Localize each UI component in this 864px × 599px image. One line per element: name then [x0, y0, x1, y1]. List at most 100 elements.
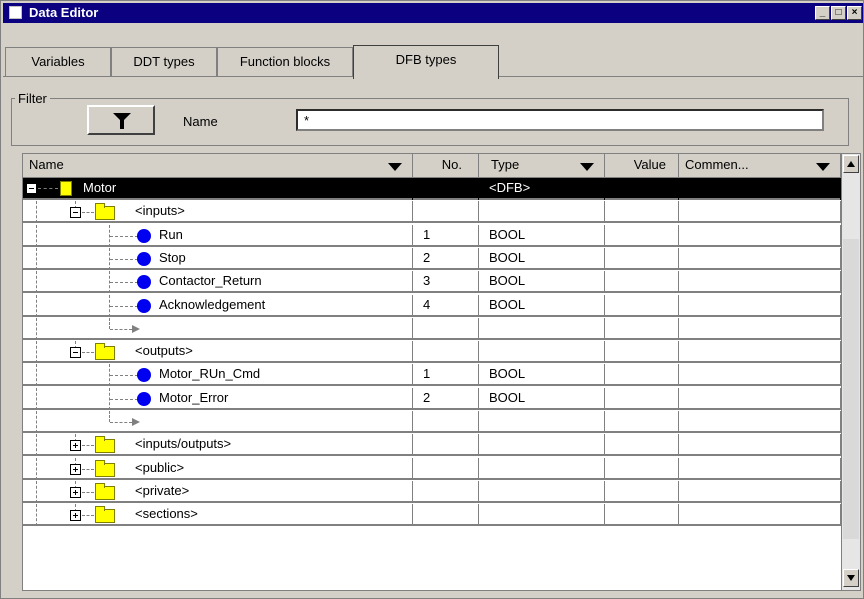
variable-row[interactable]: Motor_Error 2 BOOL: [23, 387, 841, 410]
cell-comment[interactable]: [679, 480, 841, 503]
maximize-button[interactable]: □: [831, 6, 846, 20]
column-header-type[interactable]: Type: [479, 154, 605, 178]
cell-value[interactable]: [605, 201, 679, 224]
cell-no[interactable]: [413, 411, 479, 433]
tab-function-blocks[interactable]: Function blocks: [217, 47, 353, 77]
cell-comment[interactable]: [679, 457, 841, 480]
folder-row[interactable]: <private>: [23, 480, 841, 503]
cell-value[interactable]: [605, 317, 679, 340]
cell-type[interactable]: [479, 317, 605, 340]
chevron-down-icon[interactable]: [388, 163, 402, 171]
cell-value[interactable]: [605, 364, 679, 387]
cell-no[interactable]: [413, 480, 479, 503]
vertical-scrollbar[interactable]: [841, 154, 860, 590]
cell-no[interactable]: [413, 504, 479, 527]
chevron-down-icon[interactable]: [580, 163, 594, 171]
minimize-button[interactable]: _: [815, 6, 830, 20]
cell-no[interactable]: 3: [413, 271, 479, 294]
cell-comment[interactable]: [679, 178, 841, 200]
cell-value[interactable]: [605, 341, 679, 364]
variable-row[interactable]: Stop 2 BOOL: [23, 247, 841, 270]
tab-ddt-types[interactable]: DDT types: [111, 47, 217, 77]
cell-type[interactable]: BOOL: [479, 247, 605, 270]
cell-no[interactable]: 4: [413, 294, 479, 317]
cell-value[interactable]: [605, 457, 679, 480]
column-header-value[interactable]: Value: [605, 154, 679, 178]
cell-no[interactable]: [413, 341, 479, 364]
cell-type[interactable]: BOOL: [479, 224, 605, 247]
cell-comment[interactable]: [679, 317, 841, 340]
new-entry-row[interactable]: [23, 411, 841, 433]
cell-no[interactable]: 1: [413, 364, 479, 387]
variable-row[interactable]: Motor_RUn_Cmd 1 BOOL: [23, 364, 841, 387]
column-header-no[interactable]: No.: [413, 154, 479, 178]
cell-comment[interactable]: [679, 411, 841, 433]
cell-value[interactable]: [605, 178, 679, 200]
cell-no[interactable]: [413, 178, 479, 200]
scroll-down-button[interactable]: [843, 569, 859, 587]
expand-icon[interactable]: [70, 486, 81, 498]
variable-row[interactable]: Run 1 BOOL: [23, 224, 841, 247]
cell-no[interactable]: 2: [413, 247, 479, 270]
folder-row[interactable]: <sections>: [23, 504, 841, 527]
cell-value[interactable]: [605, 480, 679, 503]
cell-no[interactable]: [413, 434, 479, 457]
cell-comment[interactable]: [679, 224, 841, 247]
new-entry-arrow-icon[interactable]: [132, 324, 140, 333]
cell-comment[interactable]: [679, 364, 841, 387]
cell-comment[interactable]: [679, 247, 841, 270]
expand-icon[interactable]: [70, 510, 81, 522]
cell-no[interactable]: [413, 317, 479, 340]
cell-comment[interactable]: [679, 294, 841, 317]
cell-comment[interactable]: [679, 504, 841, 527]
folder-row[interactable]: <inputs/outputs>: [23, 434, 841, 457]
cell-no[interactable]: [413, 201, 479, 224]
column-header-comment[interactable]: Commen...: [679, 154, 841, 178]
cell-type[interactable]: [479, 480, 605, 503]
name-filter-input[interactable]: [296, 109, 824, 131]
chevron-down-icon[interactable]: [816, 163, 830, 171]
close-button[interactable]: ×: [847, 6, 862, 20]
cell-type[interactable]: BOOL: [479, 387, 605, 410]
dfb-row[interactable]: Motor <DFB>: [23, 178, 841, 200]
expand-icon[interactable]: [70, 463, 81, 475]
cell-type[interactable]: BOOL: [479, 271, 605, 294]
cell-type[interactable]: BOOL: [479, 364, 605, 387]
new-entry-arrow-icon[interactable]: [132, 418, 140, 426]
title-bar[interactable]: Data Editor _ □ ×: [3, 3, 863, 23]
cell-type[interactable]: [479, 341, 605, 364]
cell-type[interactable]: [479, 434, 605, 457]
collapse-icon[interactable]: [26, 183, 37, 194]
variable-row[interactable]: Contactor_Return 3 BOOL: [23, 271, 841, 294]
cell-type[interactable]: [479, 504, 605, 527]
column-header-name[interactable]: Name: [23, 154, 413, 178]
scroll-thumb[interactable]: [843, 239, 859, 539]
cell-value[interactable]: [605, 224, 679, 247]
collapse-icon[interactable]: [70, 207, 81, 219]
cell-type[interactable]: BOOL: [479, 294, 605, 317]
cell-comment[interactable]: [679, 201, 841, 224]
scroll-up-button[interactable]: [843, 155, 859, 173]
folder-row[interactable]: <public>: [23, 457, 841, 480]
cell-type[interactable]: [479, 457, 605, 480]
collapse-icon[interactable]: [70, 347, 81, 359]
cell-comment[interactable]: [679, 387, 841, 410]
cell-type[interactable]: [479, 411, 605, 433]
cell-value[interactable]: [605, 271, 679, 294]
cell-value[interactable]: [605, 504, 679, 527]
folder-row[interactable]: <inputs>: [23, 201, 841, 224]
expand-icon[interactable]: [70, 440, 81, 452]
cell-no[interactable]: 2: [413, 387, 479, 410]
cell-value[interactable]: [605, 434, 679, 457]
folder-row[interactable]: <outputs>: [23, 341, 841, 364]
cell-no[interactable]: [413, 457, 479, 480]
tab-dfb-types[interactable]: DFB types: [353, 45, 499, 79]
cell-value[interactable]: [605, 411, 679, 433]
cell-type[interactable]: <DFB>: [479, 178, 605, 200]
cell-value[interactable]: [605, 387, 679, 410]
cell-value[interactable]: [605, 294, 679, 317]
cell-no[interactable]: 1: [413, 224, 479, 247]
cell-comment[interactable]: [679, 341, 841, 364]
tab-variables[interactable]: Variables: [5, 47, 111, 77]
cell-comment[interactable]: [679, 271, 841, 294]
